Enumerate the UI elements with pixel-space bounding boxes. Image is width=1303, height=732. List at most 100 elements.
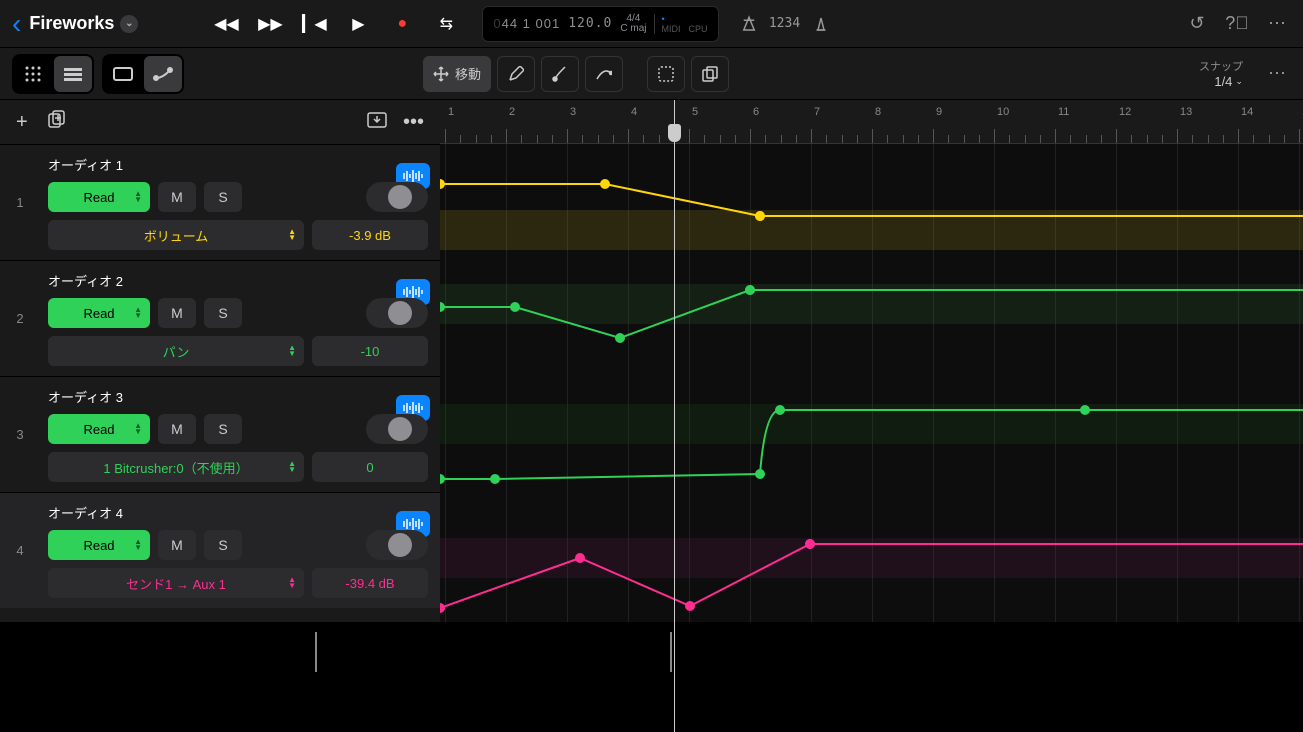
- brush-tool-icon[interactable]: [541, 56, 579, 92]
- import-icon[interactable]: [367, 111, 387, 134]
- solo-button[interactable]: S: [204, 182, 242, 212]
- track-slider[interactable]: [366, 298, 428, 328]
- list-view-icon[interactable]: [54, 56, 92, 92]
- automation-point[interactable]: [745, 285, 755, 295]
- track-name-label[interactable]: オーディオ 1: [48, 155, 428, 174]
- automation-point[interactable]: [575, 553, 585, 563]
- automation-lane[interactable]: [440, 380, 1303, 498]
- scrub-marker[interactable]: [315, 632, 317, 672]
- grid-view-icon[interactable]: [14, 56, 52, 92]
- track-name-label[interactable]: オーディオ 4: [48, 503, 428, 522]
- automation-point[interactable]: [805, 539, 815, 549]
- automation-point[interactable]: [490, 474, 500, 484]
- automation-param-button[interactable]: センド1 → Aux 1▲▼: [48, 568, 304, 598]
- automation-point[interactable]: [755, 211, 765, 221]
- pencil-tool-icon[interactable]: [497, 56, 535, 92]
- record-button[interactable]: ●: [382, 6, 422, 42]
- automation-mode-button[interactable]: Read▲▼: [48, 298, 150, 328]
- automation-value-button[interactable]: -39.4 dB: [312, 568, 428, 598]
- automation-point[interactable]: [1080, 405, 1090, 415]
- mute-button[interactable]: M: [158, 182, 196, 212]
- chevron-down-icon[interactable]: ⌄: [120, 15, 138, 33]
- automation-point[interactable]: [685, 601, 695, 611]
- automation-mode-button[interactable]: Read▲▼: [48, 182, 150, 212]
- toolbar-more-icon[interactable]: ⋯: [1263, 60, 1291, 88]
- more-icon[interactable]: ⋯: [1263, 10, 1291, 38]
- automation-param-button[interactable]: ボリューム▲▼: [48, 220, 304, 250]
- track-header[interactable]: 4 オーディオ 4 Read▲▼ M S センド1 → Aux 1▲▼ -39.…: [0, 492, 440, 608]
- automation-param-button[interactable]: パン▲▼: [48, 336, 304, 366]
- automation-point[interactable]: [775, 405, 785, 415]
- bottom-scrubber[interactable]: [0, 622, 1303, 732]
- snap-control[interactable]: スナップ 1/4⌄: [1199, 58, 1243, 89]
- metronome-icon[interactable]: [807, 10, 835, 38]
- slider-knob-icon[interactable]: [388, 533, 412, 557]
- automation-value-button[interactable]: -10: [312, 336, 428, 366]
- slider-knob-icon[interactable]: [388, 417, 412, 441]
- automation-point[interactable]: [755, 469, 765, 479]
- automation-value-button[interactable]: -3.9 dB: [312, 220, 428, 250]
- lcd-bpm: 120.0: [568, 16, 612, 31]
- track-slider[interactable]: [366, 414, 428, 444]
- back-chevron-icon[interactable]: ‹: [12, 8, 21, 40]
- solo-button[interactable]: S: [204, 298, 242, 328]
- project-title[interactable]: Fireworks ⌄: [29, 13, 138, 34]
- track-more-icon[interactable]: •••: [403, 111, 424, 134]
- playhead[interactable]: [674, 100, 675, 732]
- move-tool-button[interactable]: 移動: [423, 56, 491, 92]
- slider-knob-icon[interactable]: [388, 301, 412, 325]
- play-button[interactable]: ▶: [338, 6, 378, 42]
- copy-icon[interactable]: [691, 56, 729, 92]
- track-header[interactable]: 3 オーディオ 3 Read▲▼ M S 1 Bitcrusher:0（不使用）…: [0, 376, 440, 492]
- ruler-number: 14: [1241, 106, 1253, 118]
- automation-point[interactable]: [600, 179, 610, 189]
- duplicate-track-icon[interactable]: [48, 110, 66, 134]
- region-icon[interactable]: [104, 56, 142, 92]
- mute-button[interactable]: M: [158, 530, 196, 560]
- ruler[interactable]: 123456789101112131415: [440, 100, 1303, 144]
- fast-forward-button[interactable]: ▶▶: [250, 6, 290, 42]
- automation-point[interactable]: [510, 302, 520, 312]
- ruler-number: 12: [1119, 106, 1131, 118]
- automation-lane[interactable]: [440, 144, 1303, 262]
- solo-button[interactable]: S: [204, 530, 242, 560]
- track-name-label[interactable]: オーディオ 2: [48, 271, 428, 290]
- lcd-display[interactable]: 044 1 001 120.0 4/4 C maj • MIDICPU: [482, 6, 718, 42]
- curve-tool-icon[interactable]: [585, 56, 623, 92]
- chevron-down-icon: ⌄: [1235, 76, 1243, 87]
- mute-button[interactable]: M: [158, 298, 196, 328]
- automation-point[interactable]: [615, 333, 625, 343]
- mute-button[interactable]: M: [158, 414, 196, 444]
- automation-value-button[interactable]: 0: [312, 452, 428, 482]
- project-title-text: Fireworks: [29, 13, 114, 34]
- playhead-handle-icon[interactable]: [668, 124, 681, 142]
- select-all-icon[interactable]: [647, 56, 685, 92]
- go-to-start-button[interactable]: ▎◀: [294, 6, 334, 42]
- automation-curve-icon[interactable]: [144, 56, 182, 92]
- cycle-button[interactable]: ⇆: [426, 6, 466, 42]
- track-slider[interactable]: [366, 182, 428, 212]
- automation-lane[interactable]: [440, 262, 1303, 380]
- tuner-icon[interactable]: [735, 10, 763, 38]
- center-tools: 移動: [423, 56, 729, 92]
- add-track-icon[interactable]: +: [16, 111, 28, 134]
- track-number: 1: [0, 145, 40, 260]
- countdown-icon[interactable]: 1234: [771, 10, 799, 38]
- automation-mode-button[interactable]: Read▲▼: [48, 414, 150, 444]
- scrub-marker[interactable]: [670, 632, 672, 672]
- slider-knob-icon[interactable]: [388, 185, 412, 209]
- track-header[interactable]: 1 オーディオ 1 Read▲▼ M S ボリューム▲▼ -3.9 dB: [0, 144, 440, 260]
- help-icon[interactable]: ?⃝: [1223, 10, 1251, 38]
- tool-bar: 移動 スナップ 1/4⌄ ⋯: [0, 48, 1303, 100]
- automation-mode-button[interactable]: Read▲▼: [48, 530, 150, 560]
- rewind-button[interactable]: ◀◀: [206, 6, 246, 42]
- lcd-signature: 4/4 C maj: [620, 14, 646, 34]
- automation-param-button[interactable]: 1 Bitcrusher:0（不使用）▲▼: [48, 452, 304, 482]
- ruler-number: 13: [1180, 106, 1192, 118]
- track-name-label[interactable]: オーディオ 3: [48, 387, 428, 406]
- track-slider[interactable]: [366, 530, 428, 560]
- undo-icon[interactable]: ↺: [1183, 10, 1211, 38]
- automation-lane[interactable]: [440, 498, 1303, 616]
- solo-button[interactable]: S: [204, 414, 242, 444]
- track-header[interactable]: 2 オーディオ 2 Read▲▼ M S パン▲▼ -10: [0, 260, 440, 376]
